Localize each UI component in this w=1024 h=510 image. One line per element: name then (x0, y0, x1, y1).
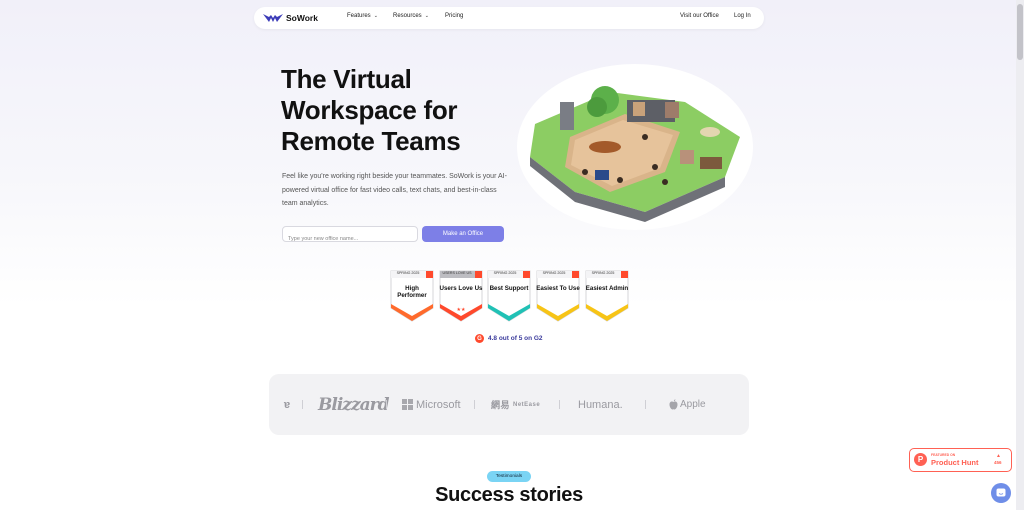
product-hunt-featured: FEATURED ON (931, 453, 956, 457)
product-hunt-icon: P (914, 453, 927, 466)
logo-divider (645, 400, 646, 409)
humana-logo: Humana. (578, 398, 623, 411)
badge-label: Best Support (489, 285, 529, 292)
badge-shield (536, 270, 580, 322)
g2-badge-best-support: SPRING 2025 Best Support (487, 270, 531, 322)
chat-icon (996, 488, 1006, 497)
nav-resources[interactable]: Resources ⌄ (393, 13, 429, 19)
badge-label: Easiest To Use (536, 285, 580, 292)
badge-season: USERS LOVE US (442, 271, 472, 275)
apple-wordmark: Apple (680, 399, 706, 410)
nav-pricing[interactable]: Pricing (445, 13, 463, 19)
office-name-field[interactable] (282, 226, 418, 246)
product-hunt-badge[interactable]: P FEATURED ON Product Hunt ▲ 456 (909, 448, 1012, 472)
navbar: SoWork Features ⌄ Resources ⌄ Pricing Vi… (254, 7, 764, 29)
partial-logo: ɐ (284, 398, 291, 411)
microsoft-logo: Microsoft (402, 374, 461, 435)
badge-label: Users Love Us (439, 285, 483, 292)
product-hunt-count: 456 (994, 460, 1002, 465)
g2-rating[interactable]: G 4.8 out of 5 on G2 (475, 334, 543, 343)
blizzard-logo: Blizzard (318, 394, 389, 415)
microsoft-wordmark: Microsoft (416, 398, 461, 411)
chat-launcher-button[interactable] (991, 483, 1011, 503)
make-office-button[interactable]: Make an Office (422, 226, 504, 242)
netease-icon: 網易 (491, 400, 511, 410)
hero-title: The Virtual Workspace for Remote Teams (281, 64, 461, 156)
logo-divider (474, 400, 475, 409)
g2-badge-users-love-us: ★★ USERS LOVE US Users Love Us (439, 270, 483, 322)
upvote-arrow-icon: ▲ (996, 453, 1001, 459)
g2-badge-easiest-admin: SPRING 2025 Easiest Admin (585, 270, 629, 322)
testimonials-pill: Testimonials (487, 471, 531, 482)
chevron-down-icon: ⌄ (373, 13, 378, 19)
badge-season: SPRING 2025 (591, 271, 615, 275)
apple-icon (669, 399, 678, 410)
nav-pricing-label: Pricing (445, 13, 464, 19)
g2-icon: G (475, 334, 484, 343)
virtual-office-illustration (517, 64, 753, 230)
g2-badge-high-performer: SPRING 2025 High Performer (390, 270, 434, 322)
brand-name: SoWork (286, 13, 318, 23)
sowork-wings-icon (263, 14, 283, 22)
badge-season: SPRING 2025 (542, 271, 566, 275)
login-link[interactable]: Log In (734, 13, 751, 19)
logo-divider (386, 400, 387, 409)
nav-resources-label: Resources (393, 13, 422, 19)
nav-features-label: Features (347, 13, 371, 19)
office-name-input[interactable] (283, 232, 417, 246)
g2-badge-easiest-to-use: SPRING 2025 Easiest To Use (536, 270, 580, 322)
svg-text:★★: ★★ (457, 307, 466, 313)
logo-divider (559, 400, 560, 409)
product-hunt-name: Product Hunt (931, 458, 979, 467)
chevron-down-icon: ⌄ (424, 13, 429, 19)
badge-shield: ★★ (439, 270, 483, 322)
microsoft-icon (402, 399, 413, 410)
netease-wordmark: NetEase (513, 401, 541, 408)
g2-rating-text: 4.8 out of 5 on G2 (488, 335, 543, 342)
badge-shield (585, 270, 629, 322)
brand-logo[interactable]: SoWork (263, 11, 318, 25)
scrollbar[interactable] (1016, 0, 1024, 510)
customer-logos: ɐ Blizzard Microsoft 網易 NetEase Humana. … (269, 374, 749, 435)
badge-shield (487, 270, 531, 322)
badge-season: SPRING 2025 (396, 271, 420, 275)
scrollbar-thumb[interactable] (1017, 4, 1023, 60)
badge-season: SPRING 2025 (493, 271, 517, 275)
apple-logo: Apple (669, 374, 706, 435)
badge-label: High Performer (397, 285, 427, 299)
hero-subtitle: Feel like you're working right beside yo… (282, 173, 507, 207)
success-stories-title: Success stories (435, 484, 583, 506)
badge-label: Easiest Admin (585, 285, 629, 292)
visit-office-link[interactable]: Visit our Office (680, 13, 719, 19)
nav-features[interactable]: Features ⌄ (347, 13, 378, 19)
logo-divider (302, 400, 303, 409)
netease-logo: 網易 NetEase (491, 374, 540, 435)
